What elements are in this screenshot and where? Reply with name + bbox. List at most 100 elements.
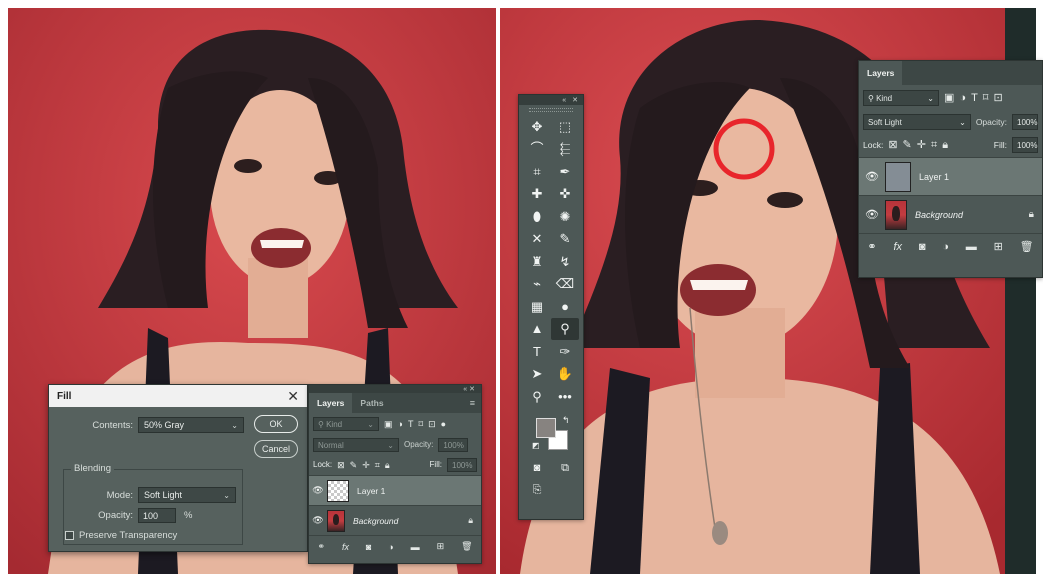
preserve-transparency-checkbox[interactable]	[65, 531, 74, 540]
fx-icon[interactable]: fx	[342, 542, 349, 552]
marquee-tool-icon[interactable]: ⬚	[551, 115, 579, 138]
type-filter-icon[interactable]: T	[971, 92, 978, 104]
ok-button[interactable]: OK	[254, 415, 298, 433]
folder-icon[interactable]: ▬	[966, 241, 977, 253]
pixel-filter-icon[interactable]: ▣	[944, 92, 954, 104]
frame-tool-icon[interactable]: ⎘	[523, 480, 551, 502]
object-select-tool-icon[interactable]: ⬱	[551, 138, 579, 161]
blend-mode-select[interactable]: Soft Light ⌄	[863, 114, 971, 130]
bandaid-tool-icon[interactable]: ⬮	[523, 205, 551, 228]
lock-position-icon[interactable]: ✛	[917, 139, 926, 151]
pen-tool-icon[interactable]: ✑	[551, 340, 579, 363]
panel-menu-icon[interactable]: ≡	[470, 393, 481, 413]
layer-row[interactable]: 👁︎ Background 🔒︎	[859, 195, 1042, 233]
eyedropper-tool-icon[interactable]: ✒	[551, 160, 579, 183]
mixer-brush-tool-icon[interactable]: ⌁	[523, 273, 551, 296]
lock-pixels-icon[interactable]: ✎	[350, 460, 358, 470]
blend-mode-select[interactable]: Normal ⌄	[313, 438, 399, 452]
pixel-filter-icon[interactable]: ▣	[384, 419, 393, 429]
link-icon[interactable]: ⚭	[867, 240, 876, 253]
hand-tool-icon[interactable]: ✋	[551, 363, 579, 386]
lock-position-icon[interactable]: ✛	[362, 460, 370, 470]
stamp-pattern-tool-icon[interactable]: ✺	[551, 205, 579, 228]
crop-tool-icon[interactable]: ⌗	[523, 160, 551, 183]
lock-pixels-icon[interactable]: ✎	[903, 139, 912, 151]
fill-field[interactable]: 100%	[1012, 137, 1038, 153]
cancel-button[interactable]: Cancel	[254, 440, 298, 458]
fill-label: Fill:	[993, 139, 1007, 150]
eye-icon[interactable]: 👁︎	[859, 208, 885, 221]
gradient-tool-icon[interactable]: ▦	[523, 295, 551, 318]
type-filter-icon[interactable]: T	[408, 419, 414, 429]
kind-filter-select[interactable]: ⚲ Kind ⌄	[313, 417, 379, 431]
folder-icon[interactable]: ▬	[411, 542, 420, 552]
eye-icon[interactable]: 👁︎	[309, 485, 327, 496]
opacity-input[interactable]: 100	[138, 508, 176, 523]
layer-row[interactable]: 👁︎ Background 🔒︎	[309, 505, 481, 535]
foreground-color-swatch[interactable]	[536, 417, 556, 438]
type-tool-icon[interactable]: T	[523, 340, 551, 363]
opacity-field[interactable]: 100%	[1012, 114, 1038, 130]
shape-filter-icon[interactable]: ⌑	[418, 419, 423, 429]
adjustment-filter-icon[interactable]: ◑	[959, 92, 966, 104]
lock-transparent-icon[interactable]: ⊠	[888, 139, 897, 151]
lock-all-icon[interactable]: 🔒︎	[385, 460, 390, 470]
smart-object-filter-icon[interactable]: ⊡	[428, 419, 436, 429]
shape-filter-icon[interactable]: ⌑	[983, 92, 989, 104]
trash-icon[interactable]: 🗑︎	[461, 541, 472, 552]
adjustment-filter-icon[interactable]: ◑	[398, 419, 403, 429]
mask-icon[interactable]: ◙	[919, 241, 926, 253]
link-icon[interactable]: ⚭	[317, 541, 325, 552]
smart-object-filter-icon[interactable]: ⊡	[993, 92, 1002, 104]
clone-stamp-tool-icon[interactable]: ♜	[523, 250, 551, 273]
lasso-tool-icon[interactable]: ⌒	[523, 138, 551, 161]
new-layer-icon[interactable]: ⊞	[994, 240, 1003, 253]
quick-mask-icon[interactable]: ◙	[523, 458, 551, 480]
screen-mode-icon[interactable]: ⧉	[551, 458, 579, 480]
lock-artboard-icon[interactable]: ⌗	[375, 460, 380, 470]
content-aware-move-tool-icon[interactable]: ✕	[523, 228, 551, 251]
lock-transparent-icon[interactable]: ⊠	[337, 460, 345, 470]
more-tools-icon[interactable]: •••	[551, 385, 579, 408]
tab-layers[interactable]: Layers	[859, 61, 903, 85]
filter-toggle-icon[interactable]: ●	[441, 419, 446, 429]
kind-filter-select[interactable]: ⚲ Kind ⌄	[863, 90, 939, 106]
eye-icon[interactable]: 👁︎	[309, 515, 327, 526]
tab-paths[interactable]: Paths	[352, 393, 391, 413]
close-icon[interactable]: ✕	[287, 388, 299, 405]
layer-row[interactable]: 👁︎ Layer 1	[859, 157, 1042, 195]
tab-layers[interactable]: Layers	[309, 393, 353, 413]
fill-field[interactable]: 100%	[447, 458, 477, 472]
default-colors-icon[interactable]: ◩	[532, 441, 540, 450]
zoom-tool-icon[interactable]: ⚲	[523, 385, 551, 408]
panel-collapse-bar[interactable]: « ✕	[309, 385, 481, 393]
lock-artboard-icon[interactable]: ⌗	[931, 139, 937, 151]
eye-icon[interactable]: 👁︎	[859, 170, 885, 183]
lock-all-icon[interactable]: 🔒︎	[942, 139, 948, 151]
swap-colors-icon[interactable]: ↰	[562, 415, 570, 426]
eraser-tool-icon[interactable]: ⌫	[551, 273, 579, 296]
trash-icon[interactable]: 🗑︎	[1020, 240, 1034, 253]
toolbar-grip[interactable]	[529, 108, 573, 112]
opacity-label: Opacity:	[98, 510, 133, 521]
fx-icon[interactable]: fx	[893, 241, 902, 253]
contents-select[interactable]: 50% Gray ⌄	[138, 417, 244, 433]
path-select-tool-icon[interactable]: ➤	[523, 363, 551, 386]
toolbar-header[interactable]: «✕	[519, 95, 583, 105]
adjustment-layer-icon[interactable]: ◑	[388, 542, 393, 552]
healing-brush-tool-icon[interactable]: ✚	[523, 183, 551, 206]
new-layer-icon[interactable]: ⊞	[437, 541, 445, 552]
dodge-tool-icon[interactable]: ⚲	[551, 317, 579, 340]
opacity-field[interactable]: 100%	[438, 438, 469, 452]
mask-icon[interactable]: ◙	[366, 542, 371, 552]
layer-thumbnail	[327, 479, 349, 502]
blur-tool-icon[interactable]: ●	[551, 295, 579, 318]
move-tool-icon[interactable]: ✥	[523, 115, 551, 138]
mode-select[interactable]: Soft Light ⌄	[138, 487, 236, 503]
adjustment-layer-icon[interactable]: ◑	[942, 241, 949, 253]
patch-tool-icon[interactable]: ✜	[551, 183, 579, 206]
layer-row[interactable]: 👁︎ Layer 1	[309, 475, 481, 505]
brush-tool-icon[interactable]: ✎	[551, 228, 579, 251]
history-brush-tool-icon[interactable]: ↯	[551, 250, 579, 273]
sharpen-tool-icon[interactable]: ▲	[523, 318, 551, 341]
